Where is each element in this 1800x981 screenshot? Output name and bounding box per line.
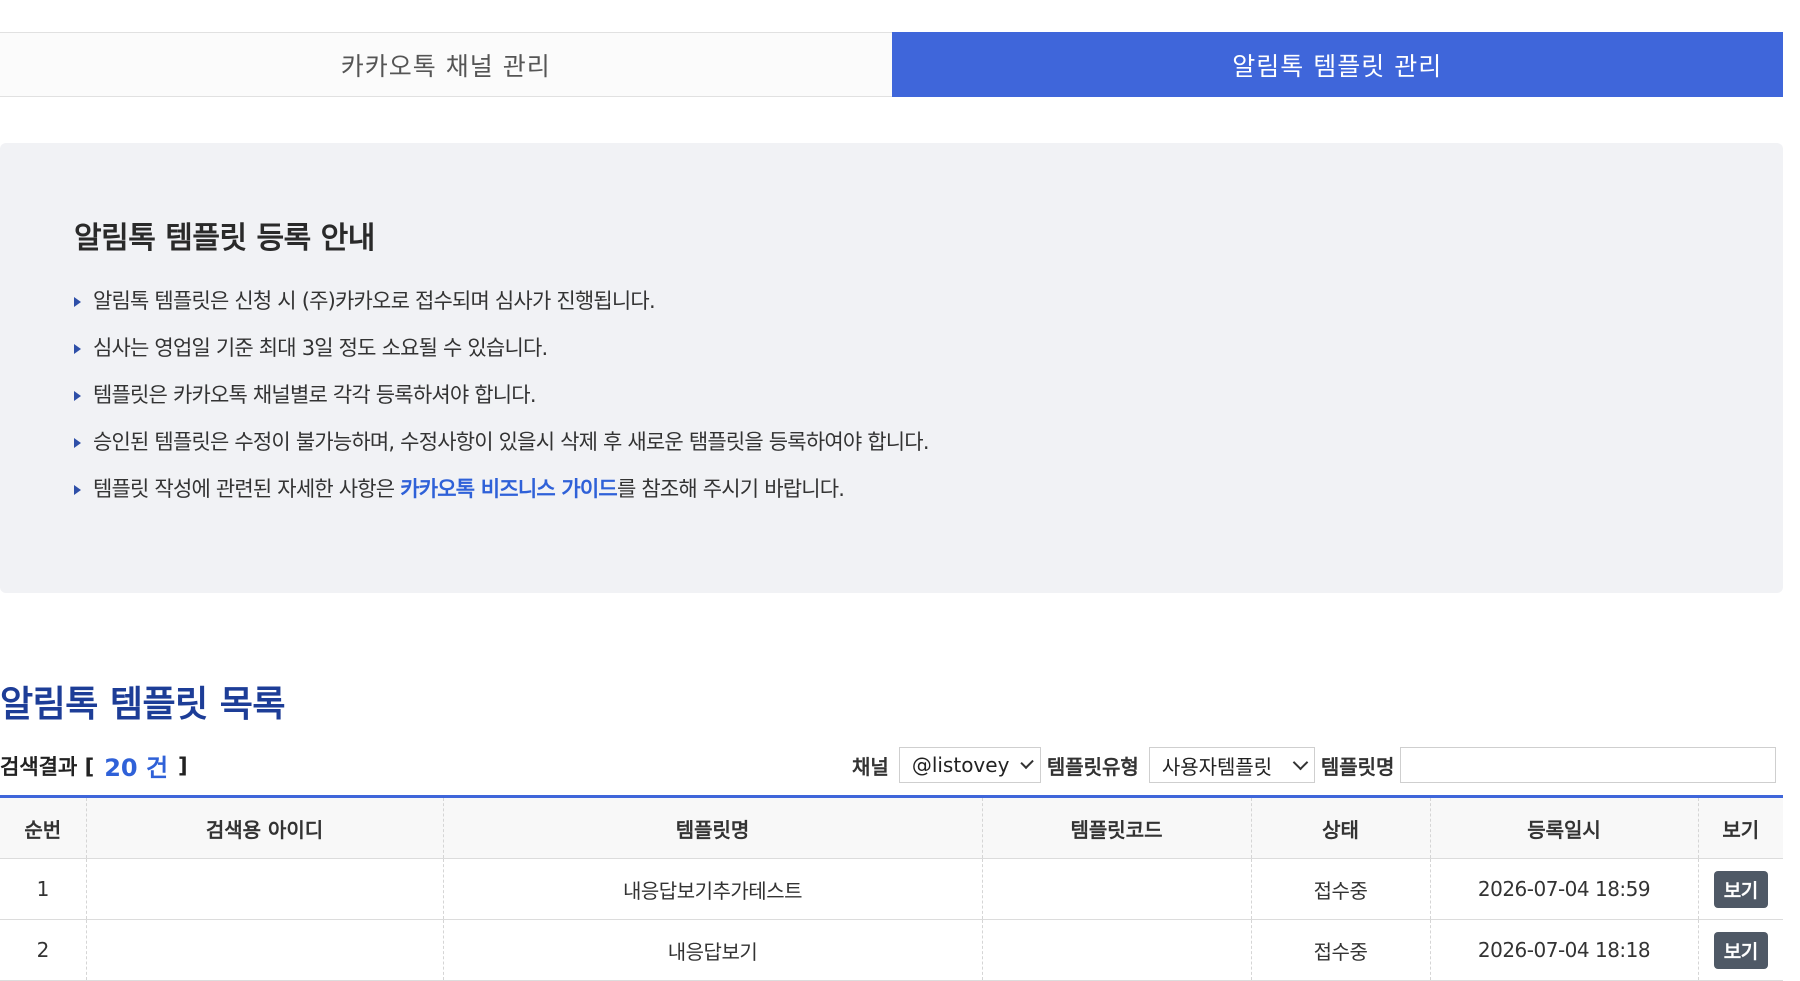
col-header-no: 순번 (0, 796, 86, 859)
cell-template-code (981, 858, 1251, 920)
channel-label: 채널 (852, 754, 889, 779)
table-row[interactable]: 2 내응답보기 접수중 2026-07-04 18:18 보기 (0, 919, 1783, 981)
guide-item: 승인된 템플릿은 수정이 불가능하며, 수정사항이 있을시 삭제 후 새로운 탬… (74, 419, 930, 466)
template-type-select[interactable]: 사용자템플릿 (1148, 747, 1315, 783)
filter-bar: 채널 @listovey 템플릿유형 사용자템플릿 템플릿명 (852, 746, 1777, 784)
bullet-icon (74, 296, 81, 307)
kakao-business-guide-link[interactable]: 카카오톡 비즈니스 가이드 (400, 466, 618, 513)
col-header-template-code: 템플릿코드 (981, 796, 1251, 859)
cell-template-code (981, 919, 1251, 981)
search-result-count: 검색결과 [ 20 건 ] (0, 748, 188, 783)
col-header-date: 등록일시 (1429, 796, 1698, 859)
table-header-row: 순번 검색용 아이디 템플릿명 템플릿코드 상태 등록일시 보기 (0, 796, 1783, 859)
bullet-icon (74, 390, 81, 401)
chevron-down-icon (1292, 754, 1309, 770)
template-name-label: 템플릿명 (1320, 754, 1395, 779)
guide-title: 알림톡 템플릿 등록 안내 (74, 221, 375, 256)
bullet-icon (74, 437, 81, 448)
cell-status: 접수중 (1250, 858, 1430, 920)
cell-search-id (85, 858, 443, 920)
cell-no: 2 (0, 919, 86, 981)
template-name-input[interactable] (1400, 747, 1777, 783)
view-button[interactable]: 보기 (1713, 931, 1768, 969)
cell-template-name: 내응답보기추가테스트 (442, 858, 982, 920)
tab-bar: 카카오톡 채널 관리 알림톡 템플릿 관리 (0, 32, 1783, 97)
guide-item: 알림톡 템플릿은 신청 시 (주)카카오로 접수되며 심사가 진행됩니다. (74, 278, 929, 325)
chevron-down-icon (1020, 755, 1035, 769)
list-title: 알림톡 템플릿 목록 (0, 684, 286, 725)
bullet-icon (74, 343, 81, 354)
result-count: 20 건 (104, 754, 169, 782)
channel-select[interactable]: @listovey (898, 747, 1041, 783)
cell-view: 보기 (1697, 858, 1783, 920)
guide-list: 알림톡 템플릿은 신청 시 (주)카카오로 접수되며 심사가 진행됩니다. 심사… (74, 278, 930, 513)
tab-alimtalk-template[interactable]: 알림톡 템플릿 관리 (891, 32, 1783, 97)
template-table: 순번 검색용 아이디 템플릿명 템플릿코드 상태 등록일시 보기 1 내응답보기… (0, 795, 1783, 981)
guide-item: 심사는 영업일 기준 최대 3일 정도 소요될 수 있습니다. (74, 325, 929, 372)
col-header-template-name: 템플릿명 (442, 796, 982, 859)
cell-template-name: 내응답보기 (442, 919, 982, 981)
template-type-label: 템플릿유형 (1046, 754, 1139, 779)
cell-view: 보기 (1697, 919, 1783, 981)
cell-date: 2026-07-04 18:59 (1429, 858, 1698, 920)
guide-panel: 알림톡 템플릿 등록 안내 알림톡 템플릿은 신청 시 (주)카카오로 접수되며… (0, 143, 1783, 593)
cell-search-id (85, 919, 443, 981)
bullet-icon (74, 484, 81, 495)
col-header-view: 보기 (1697, 796, 1783, 859)
guide-item: 템플릿 작성에 관련된 자세한 사항은 카카오톡 비즈니스 가이드 를 참조해 주… (74, 466, 929, 513)
view-button[interactable]: 보기 (1713, 870, 1768, 908)
cell-date: 2026-07-04 18:18 (1429, 919, 1698, 981)
table-row[interactable]: 1 내응답보기추가테스트 접수중 2026-07-04 18:59 보기 (0, 858, 1783, 920)
guide-item: 템플릿은 카카오톡 채널별로 각각 등록하셔야 합니다. (74, 372, 929, 419)
col-header-search-id: 검색용 아이디 (85, 796, 443, 859)
cell-no: 1 (0, 858, 86, 920)
col-header-status: 상태 (1250, 796, 1430, 859)
tab-kakao-channel[interactable]: 카카오톡 채널 관리 (0, 32, 892, 97)
cell-status: 접수중 (1250, 919, 1430, 981)
